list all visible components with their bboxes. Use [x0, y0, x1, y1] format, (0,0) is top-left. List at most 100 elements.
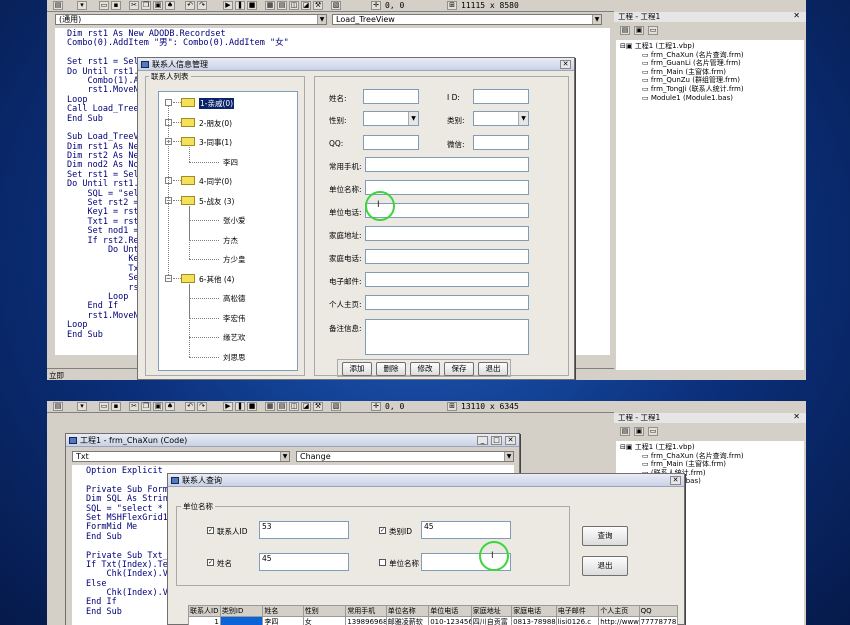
open-icon[interactable]: ▭	[99, 1, 109, 10]
find-icon[interactable]: ♠	[165, 402, 175, 411]
contact-id-input[interactable]: 53	[259, 521, 349, 539]
cut-icon[interactable]: ✂	[129, 402, 139, 411]
object-combo[interactable]: Txt ▼	[72, 451, 290, 462]
copy-icon[interactable]: ❐	[141, 1, 151, 10]
paste-icon[interactable]: ▣	[153, 402, 163, 411]
stop-icon[interactable]: ■	[247, 402, 257, 411]
close-icon[interactable]: ✕	[560, 60, 571, 69]
column-header[interactable]: 类别ID	[219, 605, 264, 617]
grid-cell[interactable]: 李四	[262, 616, 304, 625]
run-icon[interactable]: ▶	[223, 402, 233, 411]
menu-editor-icon[interactable]: ▾	[77, 1, 87, 10]
add-button[interactable]: 添加	[342, 362, 372, 376]
properties-icon[interactable]: ▤	[277, 1, 287, 10]
save-button[interactable]: 保存	[444, 362, 474, 376]
project-root-item[interactable]: ⊟▣ 工程1 (工程1.vbp)	[620, 42, 804, 51]
chevron-down-icon[interactable]: ▼	[518, 112, 528, 125]
project-file-item[interactable]: ▭ frm_Main (主窗体.frm)	[620, 460, 804, 469]
chevron-down-icon[interactable]: ▼	[280, 452, 289, 461]
undo-icon[interactable]: ↶	[185, 1, 195, 10]
column-header[interactable]: QQ	[638, 605, 679, 617]
project-file-item[interactable]: ▭ frm_GuanLi (名片管理.frm)	[620, 59, 804, 68]
grid-cell[interactable]: 四川自贡富	[470, 616, 513, 625]
name-input[interactable]	[363, 89, 419, 104]
tree-contact-node[interactable]: 李宏伟	[223, 313, 246, 324]
minimize-icon[interactable]: _	[477, 436, 488, 445]
grid-cell[interactable]	[219, 616, 264, 625]
notes-textarea[interactable]	[365, 319, 529, 355]
toggle-folders-icon[interactable]: ▭	[648, 427, 658, 436]
close-icon[interactable]: ✕	[670, 476, 681, 485]
data-view-icon[interactable]: ▧	[331, 402, 341, 411]
project-root-item[interactable]: ⊟▣ 工程1 (工程1.vbp)	[620, 443, 804, 452]
redo-icon[interactable]: ↷	[197, 402, 207, 411]
homepage-input[interactable]	[365, 295, 529, 310]
contact-id-checkbox[interactable]: ✓	[207, 527, 214, 534]
grid-cell[interactable]: 1	[188, 616, 221, 625]
sex-select[interactable]: ▼	[363, 111, 419, 126]
chevron-down-icon[interactable]: ▼	[592, 15, 601, 24]
tree-group-node[interactable]: 1-亲戚(0)	[199, 98, 235, 109]
view-object-icon[interactable]: ▣	[634, 26, 644, 35]
query-button[interactable]: 查询	[582, 526, 628, 546]
column-header[interactable]: 家庭地址	[470, 605, 513, 617]
project-explorer-icon[interactable]: ▦	[265, 1, 275, 10]
wechat-input[interactable]	[473, 135, 529, 150]
save-icon[interactable]: ▪	[111, 402, 121, 411]
copy-icon[interactable]: ❐	[141, 402, 151, 411]
grid-cell[interactable]: lisi0126.c	[555, 616, 600, 625]
tree-group-node[interactable]: 6-其他 (4)	[199, 274, 235, 285]
project-file-item[interactable]: ▭ frm_ChaXun (名片查询.frm)	[620, 51, 804, 60]
name-input[interactable]: 45	[259, 553, 349, 571]
tree-group-node[interactable]: 3-同事(1)	[199, 137, 232, 148]
redo-icon[interactable]: ↷	[197, 1, 207, 10]
grid-cell[interactable]: 女	[302, 616, 347, 625]
category-id-input[interactable]: 45	[421, 521, 511, 539]
column-header[interactable]: 联系人ID	[188, 605, 221, 617]
tree-group-node[interactable]: 5-战友 (3)	[199, 196, 235, 207]
chevron-down-icon[interactable]: ▼	[504, 452, 513, 461]
view-object-icon[interactable]: ▣	[634, 427, 644, 436]
column-header[interactable]: 性别	[302, 605, 347, 617]
qq-input[interactable]	[363, 135, 419, 150]
column-header[interactable]: 姓名	[262, 605, 304, 617]
tree-group-node[interactable]: 4-同学(0)	[199, 176, 232, 187]
category-select[interactable]: ▼	[473, 111, 529, 126]
undo-icon[interactable]: ↶	[185, 402, 195, 411]
tree-contact-node[interactable]: 李四	[223, 157, 238, 168]
form-layout-icon[interactable]: ◫	[289, 1, 299, 10]
id-input[interactable]	[473, 89, 529, 104]
grid-cell[interactable]: http://www	[598, 616, 640, 625]
open-icon[interactable]: ▭	[99, 402, 109, 411]
project-file-item[interactable]: ▭ frm_TongJi (联系人统计.frm)	[620, 85, 804, 94]
company-input[interactable]	[365, 180, 529, 195]
paste-icon[interactable]: ▣	[153, 1, 163, 10]
project-file-item[interactable]: ▭ Module1 (Module1.bas)	[620, 94, 804, 103]
object-browser-icon[interactable]: ◪	[301, 402, 311, 411]
grid-cell[interactable]: 77778778	[638, 616, 679, 625]
save-icon[interactable]: ▪	[111, 1, 121, 10]
results-grid[interactable]: 联系人ID 类别ID 姓名 性别 常用手机 单位名称 单位电话 家庭地址 家庭电话 电子邮件 个人主…	[188, 605, 679, 625]
column-header[interactable]: 家庭电话	[511, 605, 557, 617]
object-browser-icon[interactable]: ◪	[301, 1, 311, 10]
chevron-down-icon[interactable]: ▼	[317, 15, 326, 24]
home-phone-input[interactable]	[365, 249, 529, 264]
toolbox-icon[interactable]: ⚒	[313, 1, 323, 10]
project-explorer-icon[interactable]: ▦	[265, 402, 275, 411]
mobile-input[interactable]	[365, 157, 529, 172]
column-header[interactable]: 电子邮件	[555, 605, 600, 617]
tree-group-node[interactable]: 2-朋友(0)	[199, 118, 232, 129]
column-header[interactable]: 单位电话	[428, 605, 472, 617]
view-code-icon[interactable]: ▤	[620, 427, 630, 436]
tree-contact-node[interactable]: 缘艺欢	[223, 332, 246, 343]
add-form-icon[interactable]: ▤	[53, 1, 63, 10]
toggle-folders-icon[interactable]: ▭	[648, 26, 658, 35]
grid-cell[interactable]: 0813-78988	[511, 616, 557, 625]
grid-cell[interactable]: 1398969685	[345, 616, 387, 625]
company-checkbox[interactable]	[379, 559, 386, 566]
close-icon[interactable]: ✕	[505, 436, 516, 445]
table-row[interactable]: 1 李四女1398969685邮雅凌薪软010-123456四川自贡富0813-7…	[188, 616, 679, 625]
toolbox-icon[interactable]: ⚒	[313, 402, 323, 411]
add-form-icon[interactable]: ▤	[53, 402, 63, 411]
column-header[interactable]: 常用手机	[345, 605, 387, 617]
